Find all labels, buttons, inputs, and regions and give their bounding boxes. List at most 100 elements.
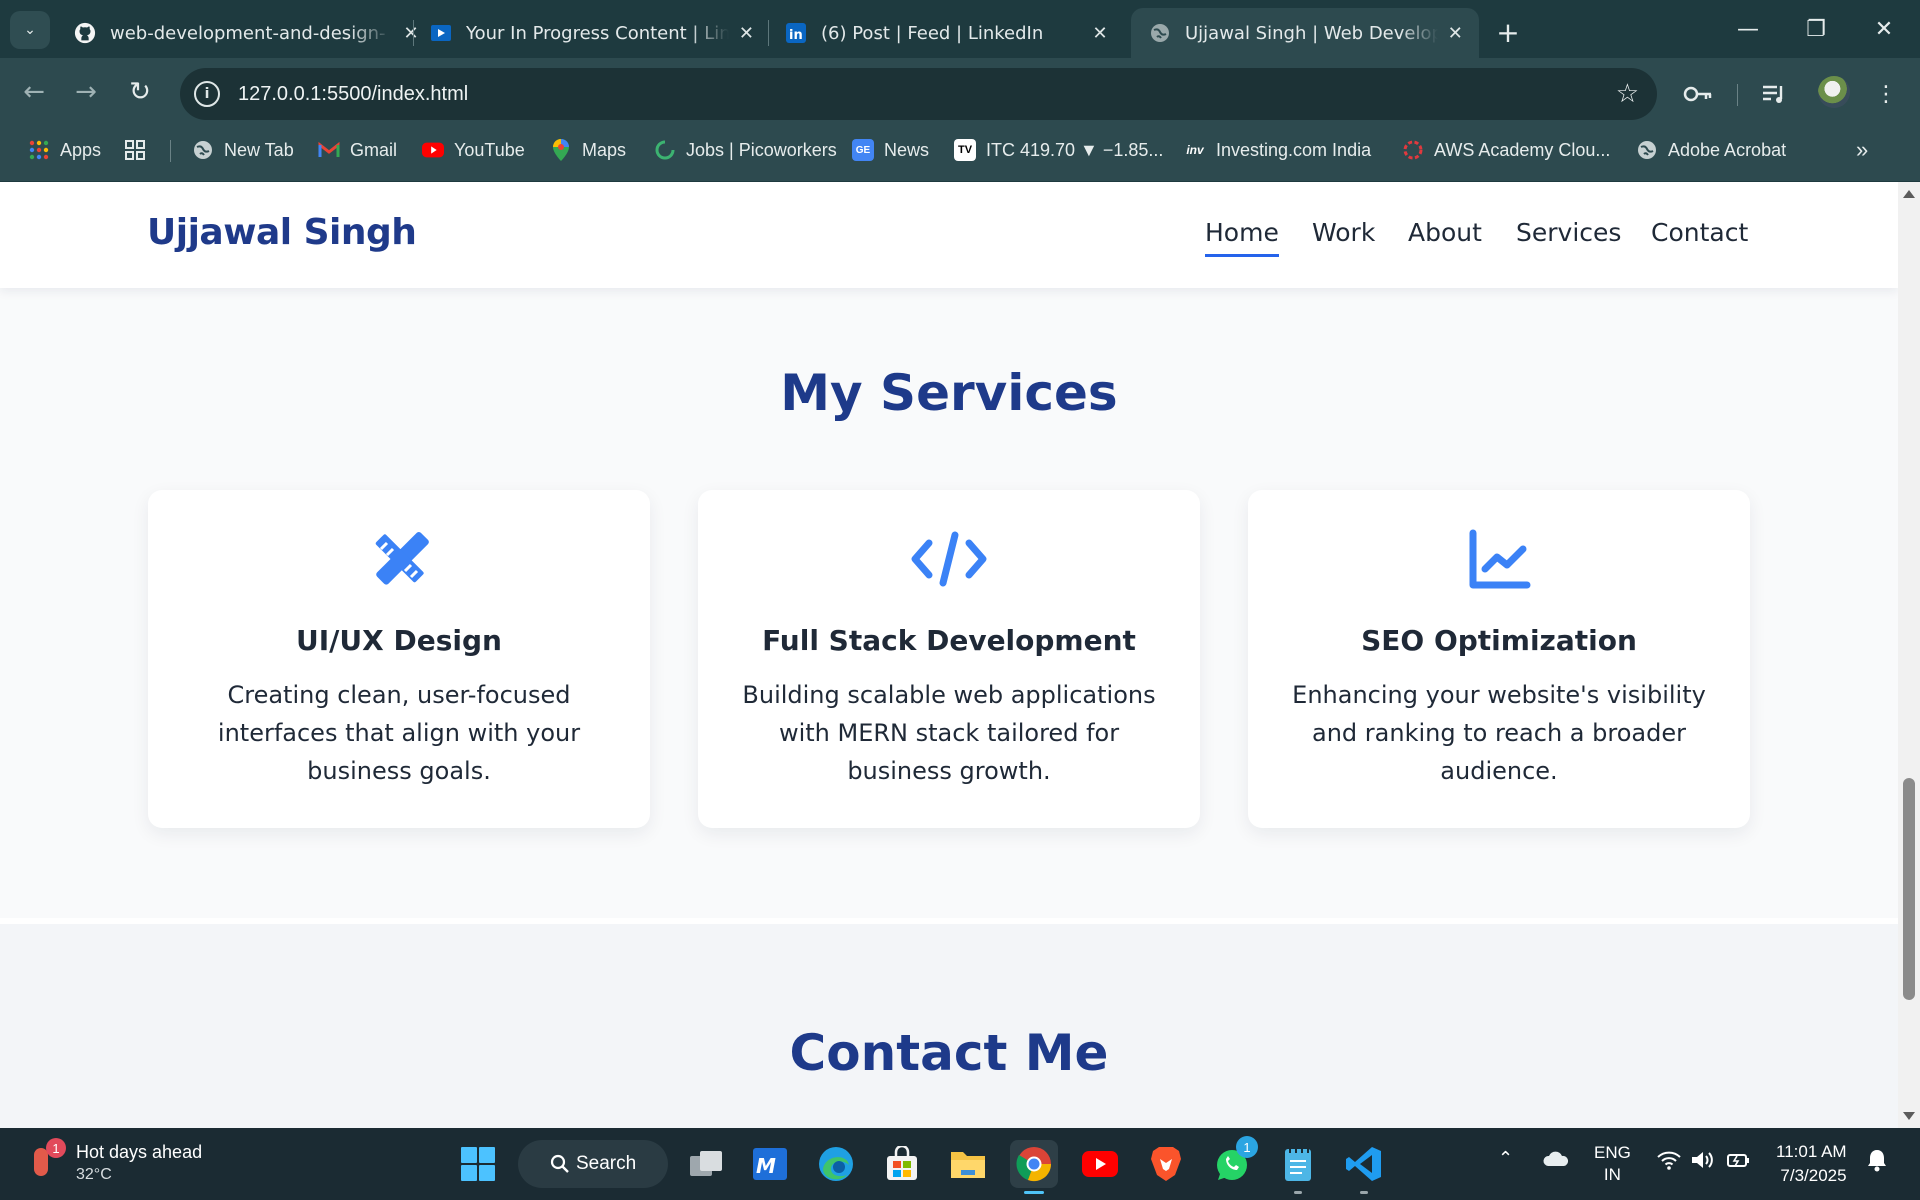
- bookmark-news[interactable]: GE News: [852, 130, 929, 170]
- svg-text:M: M: [756, 1154, 776, 1178]
- vscode-icon: [1346, 1147, 1381, 1181]
- service-title: SEO Optimization: [1361, 624, 1637, 657]
- clock-time: 11:01 AM: [1776, 1142, 1847, 1161]
- bookmark-label: Adobe Acrobat: [1668, 139, 1787, 160]
- nav-contact[interactable]: Contact: [1651, 218, 1748, 247]
- weather-title: Hot days ahead: [76, 1142, 203, 1162]
- bookmark-youtube[interactable]: YouTube: [422, 130, 525, 170]
- more-bookmarks-button[interactable]: »: [1856, 130, 1868, 170]
- services-title: My Services: [780, 364, 1118, 422]
- media-controls-icon[interactable]: [1756, 76, 1792, 112]
- tab-title: (6) Post | Feed | LinkedIn: [821, 22, 1044, 44]
- scroll-down-arrow-icon[interactable]: [1903, 1112, 1915, 1120]
- bookmark-apps[interactable]: Apps: [28, 130, 101, 170]
- new-tab-button[interactable]: +: [1490, 14, 1526, 50]
- nav-home[interactable]: Home: [1205, 218, 1279, 257]
- tab-title: Your In Progress Content | Linkedi: [466, 22, 729, 44]
- bookmark-adobe-acrobat[interactable]: Adobe Acrobat: [1636, 130, 1786, 170]
- reload-button[interactable]: ↻: [120, 72, 160, 112]
- apps-grid-icon: [28, 139, 50, 161]
- restore-button[interactable]: ❐: [1782, 8, 1850, 50]
- tab-groups-button[interactable]: [124, 130, 156, 170]
- scroll-thumb[interactable]: [1903, 778, 1915, 1000]
- taskbar-app-whatsapp[interactable]: 1: [1208, 1136, 1258, 1188]
- nav-about[interactable]: About: [1408, 218, 1482, 247]
- input-language-indicator[interactable]: ENG IN: [1594, 1142, 1631, 1186]
- nav-work[interactable]: Work: [1312, 218, 1375, 247]
- bookmark-itc[interactable]: TV ITC 419.70 ▼ −1.85...: [954, 130, 1163, 170]
- kebab-menu-icon[interactable]: ⋮: [1868, 76, 1904, 112]
- service-description: Creating clean, user-focused interfaces …: [217, 681, 581, 785]
- bookmark-investing[interactable]: inv Investing.com India: [1184, 130, 1371, 170]
- close-window-button[interactable]: ✕: [1850, 8, 1918, 50]
- bookmark-label: YouTube: [454, 139, 525, 160]
- svg-text:in: in: [789, 28, 803, 43]
- service-card: SEO Optimization Enhancing your website'…: [1248, 490, 1750, 828]
- github-icon: [74, 22, 96, 44]
- services-section: My Services UI/UX Design Creating clean,…: [0, 288, 1898, 918]
- bookmark-gmail[interactable]: Gmail: [318, 130, 397, 170]
- chart-line-icon: [1248, 526, 1750, 592]
- site-brand[interactable]: Ujjawal Singh: [147, 212, 417, 253]
- scroll-up-arrow-icon[interactable]: [1903, 190, 1915, 198]
- system-clock[interactable]: 11:01 AM 7/3/2025: [1776, 1140, 1847, 1188]
- browser-toolbar: ← → ↻ i 127.0.0.1:5500/index.html ☆ ⋮: [0, 58, 1920, 130]
- forward-button[interactable]: →: [66, 72, 106, 112]
- volume-icon[interactable]: [1690, 1150, 1716, 1175]
- minimize-button[interactable]: —: [1714, 8, 1782, 50]
- notifications-bell-icon[interactable]: [1866, 1148, 1888, 1177]
- tab-linkedin-feed[interactable]: in (6) Post | Feed | LinkedIn ✕: [767, 8, 1125, 58]
- taskbar-app-youtube[interactable]: [1076, 1140, 1124, 1188]
- show-hidden-icons-button[interactable]: ⌃: [1498, 1148, 1513, 1169]
- bookmark-aws-academy[interactable]: AWS Academy Clou...: [1402, 130, 1610, 170]
- tab-search-button[interactable]: ⌄: [10, 11, 50, 49]
- address-url[interactable]: 127.0.0.1:5500/index.html: [238, 83, 468, 106]
- task-view-button[interactable]: [682, 1140, 730, 1188]
- taskbar-app-store[interactable]: [878, 1140, 926, 1188]
- bookmark-label: Gmail: [350, 139, 398, 160]
- taskbar-app-brave[interactable]: [1142, 1140, 1190, 1188]
- service-description: Enhancing your website's visibility and …: [1292, 681, 1706, 785]
- page-viewport: Ujjawal Singh Home Work About Services C…: [0, 182, 1898, 1128]
- search-label: Search: [576, 1153, 637, 1174]
- taskbar-app-file-explorer[interactable]: [944, 1140, 992, 1188]
- bookmark-star-icon[interactable]: ☆: [1616, 79, 1639, 109]
- contact-title: Contact Me: [789, 1024, 1109, 1082]
- tab-linkedin-learning[interactable]: Your In Progress Content | Linkedi ✕: [412, 8, 770, 58]
- taskbar-app-vscode[interactable]: [1340, 1140, 1388, 1194]
- password-key-icon[interactable]: [1680, 76, 1716, 112]
- tab-portfolio[interactable]: Ujjawal Singh | Web Developer | ✕: [1131, 8, 1479, 58]
- start-button[interactable]: [454, 1140, 502, 1188]
- close-icon[interactable]: ✕: [1446, 23, 1465, 44]
- chevron-up-icon: ⌃: [1498, 1148, 1514, 1168]
- globe-icon: [192, 139, 214, 161]
- google-news-icon: GE: [852, 139, 874, 161]
- taskbar-app-chrome[interactable]: [1010, 1140, 1058, 1194]
- page-scrollbar[interactable]: [1898, 182, 1920, 1128]
- taskbar-app-notepad[interactable]: [1274, 1140, 1322, 1194]
- tab-github[interactable]: web-development-and-design- ✕: [56, 8, 436, 58]
- bookmark-label: News: [884, 139, 930, 160]
- region-code: IN: [1603, 1165, 1621, 1184]
- bookmark-maps[interactable]: Maps: [550, 130, 626, 170]
- browser-tab-strip: ⌄ web-development-and-design- ✕ Your In …: [0, 0, 1920, 58]
- taskbar-app-edge[interactable]: [812, 1140, 860, 1188]
- weather-widget[interactable]: 1 Hot days ahead 32°C: [26, 1138, 202, 1183]
- wifi-icon[interactable]: [1656, 1150, 1682, 1175]
- bookmark-label: Jobs | Picoworkers: [686, 139, 837, 160]
- bookmark-new-tab[interactable]: New Tab: [192, 130, 294, 170]
- site-info-icon[interactable]: i: [194, 81, 220, 107]
- service-title: Full Stack Development: [762, 624, 1136, 657]
- close-icon[interactable]: ✕: [1089, 23, 1111, 44]
- address-bar[interactable]: i 127.0.0.1:5500/index.html ☆: [180, 68, 1657, 120]
- back-button[interactable]: ←: [14, 72, 54, 112]
- profile-avatar[interactable]: [1818, 76, 1850, 108]
- battery-icon[interactable]: [1726, 1150, 1752, 1175]
- taskbar-search[interactable]: Search: [518, 1140, 668, 1188]
- nav-services[interactable]: Services: [1516, 218, 1621, 247]
- linkedin-learning-icon: [430, 22, 452, 44]
- close-icon[interactable]: ✕: [737, 23, 756, 44]
- onedrive-cloud-icon[interactable]: [1542, 1150, 1570, 1173]
- bookmark-picoworkers[interactable]: Jobs | Picoworkers: [654, 130, 837, 170]
- taskbar-app-ma[interactable]: M: [746, 1140, 794, 1188]
